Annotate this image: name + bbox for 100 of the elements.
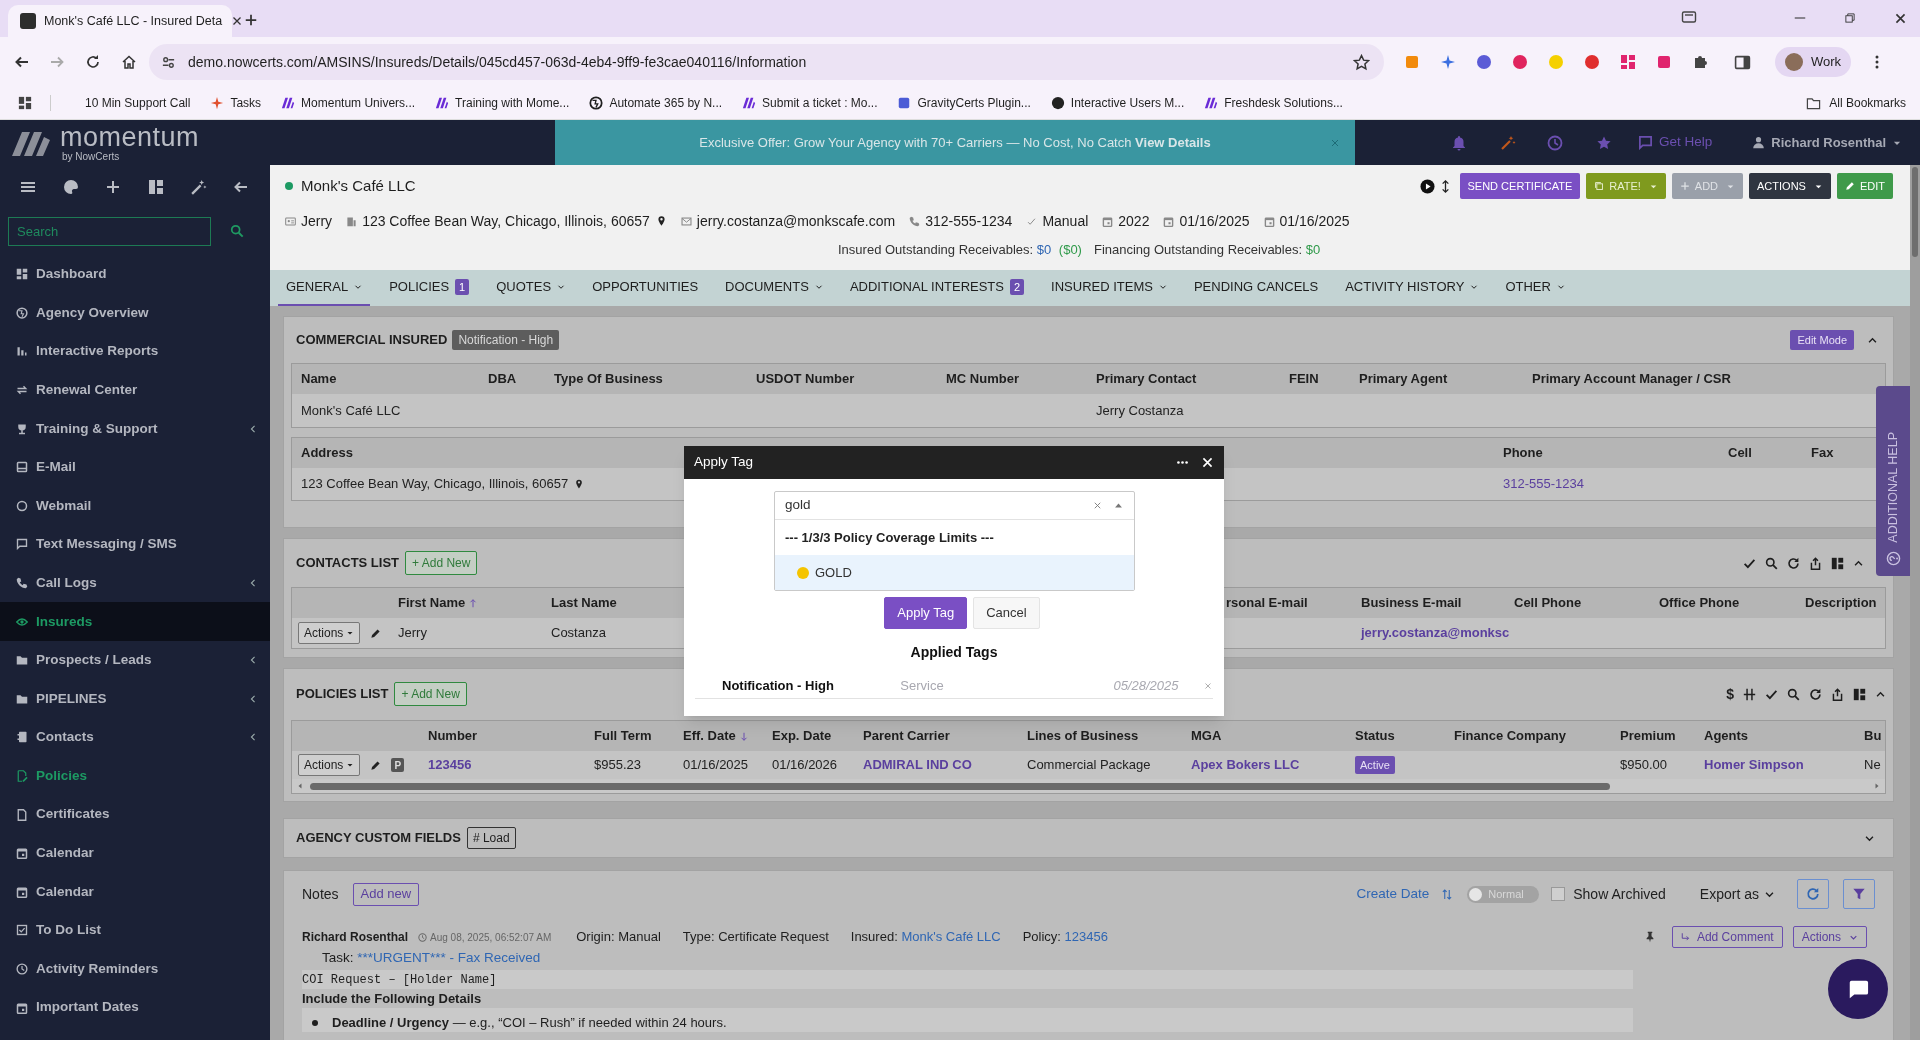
- extensions-icon[interactable]: [1692, 54, 1708, 70]
- scroll-left-icon[interactable]: [296, 782, 304, 790]
- play-circle-icon[interactable]: [1419, 178, 1435, 194]
- magic-wand-icon[interactable]: [190, 178, 207, 196]
- new-tab-icon[interactable]: [244, 13, 258, 27]
- sidebar-item[interactable]: Policies: [0, 756, 270, 796]
- extension-icon[interactable]: [1476, 54, 1492, 70]
- vertical-scrollbar[interactable]: [1910, 165, 1920, 1040]
- apps-icon[interactable]: [18, 96, 32, 110]
- sidebar-item[interactable]: Calendar: [0, 872, 270, 912]
- sidebar-item[interactable]: Agency Overview: [0, 293, 270, 333]
- add-icon[interactable]: [105, 179, 121, 195]
- currency-tool[interactable]: $: [1726, 683, 1734, 705]
- site-info-icon[interactable]: [161, 54, 176, 70]
- extension-icon[interactable]: [1440, 54, 1456, 70]
- sidebar-item[interactable]: Certificates: [0, 795, 270, 834]
- bookmark[interactable]: Freshdesk Solutions...: [1204, 94, 1343, 112]
- tab[interactable]: DOCUMENTS: [717, 270, 831, 306]
- close-icon[interactable]: [1894, 12, 1907, 25]
- bookmark[interactable]: Tasks: [210, 94, 262, 112]
- tab[interactable]: PENDING CANCELS: [1185, 270, 1327, 306]
- table-link[interactable]: Homer Simpson: [1704, 755, 1804, 775]
- restore-icon[interactable]: [1844, 12, 1856, 24]
- search-field[interactable]: Search: [8, 216, 211, 246]
- search-icon[interactable]: [1787, 687, 1800, 701]
- bookmarks-folder[interactable]: All Bookmarks: [1806, 94, 1906, 112]
- refresh-icon[interactable]: [1787, 556, 1800, 570]
- side-panel-icon[interactable]: [1734, 53, 1751, 71]
- bookmark[interactable]: Submit a ticket : Mo...: [742, 94, 878, 112]
- apply-tag-button[interactable]: Apply Tag: [884, 597, 968, 629]
- bell-icon[interactable]: [1451, 134, 1467, 151]
- bookmark[interactable]: Training with Mome...: [435, 94, 570, 112]
- sidebar-item[interactable]: Training & Support: [0, 409, 270, 448]
- palette-icon[interactable]: [63, 179, 79, 195]
- bookmark[interactable]: GravityCerts Plugin...: [897, 94, 1031, 112]
- tab[interactable]: QUOTES: [488, 270, 574, 306]
- bookmark[interactable]: Momentum Univers...: [281, 94, 416, 112]
- refresh-icon[interactable]: [1809, 687, 1822, 701]
- extension-icon[interactable]: [1512, 54, 1528, 70]
- sidebar-item[interactable]: Contacts: [0, 718, 270, 757]
- extension-icon[interactable]: [1656, 54, 1672, 70]
- tab[interactable]: OTHER: [1497, 270, 1573, 306]
- table-link[interactable]: ADMIRAL IND CO: [863, 755, 972, 775]
- sidebar-item[interactable]: Call Logs: [0, 563, 270, 603]
- load-button[interactable]: # Load: [466, 827, 516, 849]
- sidebar-item[interactable]: Interactive Reports: [0, 332, 270, 371]
- sidebar-item[interactable]: Webmail: [0, 486, 270, 526]
- export-dropdown[interactable]: Export as: [1699, 883, 1775, 905]
- pencil-icon[interactable]: [370, 759, 382, 771]
- sidebar-item[interactable]: Insureds: [0, 602, 270, 641]
- extension-icon[interactable]: [1584, 54, 1600, 70]
- bookmark-star-icon[interactable]: [1353, 53, 1370, 71]
- add-note-button[interactable]: Add new: [352, 882, 420, 906]
- sidebar-item[interactable]: Renewal Center: [0, 370, 270, 410]
- filter-button[interactable]: [1843, 879, 1875, 909]
- extension-icon[interactable]: [1620, 54, 1636, 70]
- sidebar-item[interactable]: Calendar: [0, 833, 270, 873]
- collapse-arrow-icon[interactable]: [233, 179, 249, 195]
- search-icon[interactable]: [1765, 556, 1778, 570]
- sidebar-item[interactable]: E-Mail: [0, 447, 270, 487]
- horizontal-scrollbar[interactable]: [292, 779, 1885, 793]
- edit-mode-button[interactable]: Edit Mode: [1790, 330, 1854, 350]
- actions-button[interactable]: ACTIONS: [1749, 173, 1831, 199]
- cancel-button[interactable]: Cancel: [973, 597, 1040, 629]
- scroll-right-icon[interactable]: [1873, 782, 1881, 790]
- export-icon[interactable]: [1809, 556, 1822, 570]
- actions-dropdown[interactable]: Actions: [1792, 926, 1867, 948]
- address-bar[interactable]: demo.nowcerts.com/AMSINS/Insureds/Details/045cd457-063d-4eb4-9ff9-fe3cae040116/Information: [149, 44, 1384, 80]
- sidebar-item[interactable]: Prospects / Leads: [0, 640, 270, 680]
- tab[interactable]: ACTIVITY HISTORY: [1337, 270, 1487, 306]
- sidebar-item[interactable]: Dashboard: [0, 255, 270, 294]
- columns-icon[interactable]: [1743, 687, 1756, 701]
- checkbox[interactable]: [1551, 887, 1566, 901]
- tab[interactable]: OPPORTUNITIES: [584, 270, 707, 306]
- bookmark[interactable]: 10 Min Support Call: [85, 94, 191, 112]
- layout-icon[interactable]: [148, 179, 164, 195]
- menu-icon[interactable]: [20, 179, 36, 195]
- clock-icon[interactable]: [1547, 134, 1563, 151]
- tab[interactable]: ADDITIONAL INTERESTS 2: [841, 270, 1033, 306]
- check-icon[interactable]: [1765, 687, 1778, 701]
- layout-icon[interactable]: [1831, 556, 1844, 570]
- layout-icon[interactable]: [1853, 687, 1866, 701]
- export-icon[interactable]: [1831, 687, 1844, 701]
- dropdown-option[interactable]: GOLD: [775, 555, 1134, 590]
- tab[interactable]: POLICIES 1: [381, 270, 478, 306]
- refresh-button[interactable]: [1797, 879, 1829, 909]
- tab-search-icon[interactable]: [1681, 9, 1697, 25]
- profile-button[interactable]: Work: [1775, 47, 1852, 77]
- actions-dropdown[interactable]: Actions: [298, 622, 361, 644]
- pencil-icon[interactable]: [370, 627, 382, 639]
- sidebar-item[interactable]: Important Dates: [0, 988, 270, 1027]
- tag-search-field[interactable]: gold: [785, 495, 1092, 516]
- bookmark[interactable]: Interactive Users M...: [1050, 94, 1185, 112]
- search-icon[interactable]: [230, 224, 244, 238]
- tab[interactable]: INSURED ITEMS: [1043, 270, 1175, 306]
- home-icon[interactable]: [121, 54, 137, 70]
- table-link[interactable]: 123456: [428, 755, 472, 775]
- add-comment-button[interactable]: Add Comment: [1671, 926, 1783, 948]
- additional-help-tab[interactable]: ADDITIONAL HELP: [1876, 386, 1910, 576]
- actions-dropdown[interactable]: Actions: [298, 754, 361, 776]
